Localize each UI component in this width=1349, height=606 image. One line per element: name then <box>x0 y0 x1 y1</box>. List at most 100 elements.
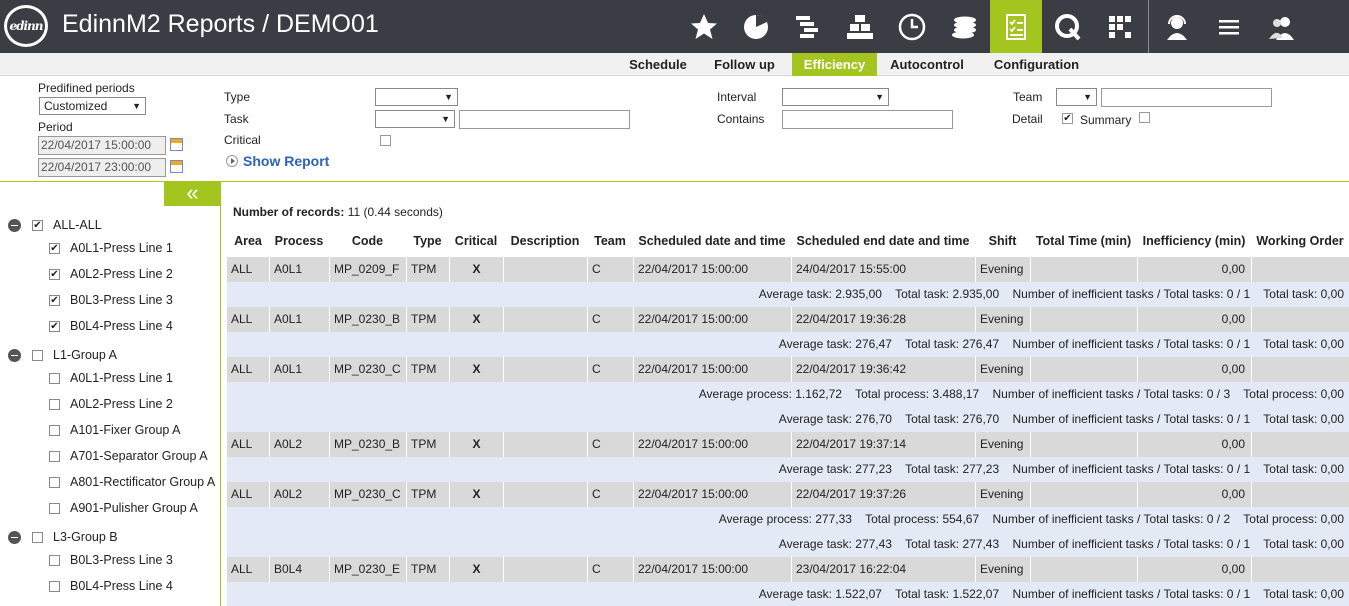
column-header[interactable]: Critical <box>449 226 503 257</box>
tree-checkbox[interactable] <box>49 554 60 566</box>
tree-item[interactable]: ✔ ALL-ALL <box>8 215 102 235</box>
tree-checkbox[interactable]: ✔ <box>49 268 60 280</box>
table-row[interactable]: ALL B0L4 MP_0230_E TPM X C 22/04/2017 15:00:00… <box>227 557 1349 582</box>
column-header[interactable]: Scheduled end date and time <box>791 226 975 257</box>
contains-input[interactable] <box>782 110 953 129</box>
column-header[interactable]: Total Time (min) <box>1030 226 1137 257</box>
table-cell: ALL <box>231 562 253 576</box>
predefined-periods-select[interactable]: Customized ▼ <box>39 97 146 115</box>
type-select[interactable]: ▼ <box>375 88 458 106</box>
support-agent-nav-button[interactable] <box>1151 0 1203 53</box>
column-header[interactable]: Description <box>503 226 587 257</box>
tree-item[interactable]: ✔ B0L3-Press Line 3 <box>49 290 173 310</box>
calendar-icon[interactable] <box>170 138 183 151</box>
table-cell: X <box>449 557 503 582</box>
grid-dots-nav-button[interactable] <box>1094 0 1146 53</box>
tree-item[interactable]: A901-Pulisher Group A <box>49 498 198 518</box>
period-start-input[interactable]: 22/04/2017 15:00:00 <box>38 136 166 155</box>
collapse-sidebar-button[interactable]: « <box>164 182 221 206</box>
tree-item[interactable]: A0L2-Press Line 2 <box>49 394 173 414</box>
tree-item[interactable]: ✔ B0L4-Press Line 4 <box>49 316 173 336</box>
tree-checkbox[interactable]: ✔ <box>49 242 60 254</box>
tree-item[interactable]: A101-Fixer Group A <box>49 420 180 440</box>
tab-follow-up[interactable]: Follow up <box>704 53 785 76</box>
table-row[interactable]: ALL A0L2 MP_0230_B TPM X C 22/04/2017 15:00:00… <box>227 432 1349 457</box>
table-row[interactable]: ALL A0L2 MP_0230_C TPM X C 22/04/2017 15:00:00… <box>227 482 1349 507</box>
column-header[interactable]: Process <box>269 226 329 257</box>
column-header[interactable]: Scheduled date and time <box>633 226 791 257</box>
tree-checkbox[interactable]: ✔ <box>49 294 60 306</box>
menu-icon <box>1219 19 1239 34</box>
task-input[interactable] <box>459 110 630 129</box>
tree-item[interactable]: ✔ A0L2-Press Line 2 <box>49 264 173 284</box>
collapse-node-icon[interactable] <box>8 348 21 362</box>
menu-nav-button[interactable] <box>1203 0 1255 53</box>
tree-checkbox[interactable] <box>49 398 60 410</box>
column-header[interactable]: Team <box>587 226 633 257</box>
table-cell: 0,00 <box>1137 557 1251 582</box>
tab-efficiency[interactable]: Efficiency <box>792 53 877 76</box>
column-header[interactable]: Type <box>406 226 449 257</box>
tree-checkbox[interactable]: ✔ <box>49 320 60 332</box>
column-header[interactable]: Area <box>227 226 269 257</box>
table-cell: 22/04/2017 19:36:42 <box>791 357 975 382</box>
tree-item[interactable]: A801-Rectificator Group A <box>49 472 215 492</box>
pie-chart-nav-button[interactable] <box>730 0 782 53</box>
table-cell: A0L1 <box>269 357 329 382</box>
table-cell: X <box>449 357 503 382</box>
tree-checkbox[interactable] <box>49 450 60 462</box>
coins-nav-button[interactable] <box>938 0 990 53</box>
tab-autocontrol[interactable]: Autocontrol <box>879 53 975 76</box>
tree-checkbox[interactable] <box>49 502 60 514</box>
table-row[interactable]: ALL A0L1 MP_0209_F TPM X C 22/04/2017 15:00:00… <box>227 257 1349 282</box>
tree-item[interactable]: L3-Group B <box>8 527 118 547</box>
tab-configuration[interactable]: Configuration <box>984 53 1089 76</box>
tree-item[interactable]: L1-Group A <box>8 345 117 365</box>
tab-schedule[interactable]: Schedule <box>620 53 696 76</box>
team-select[interactable]: ▼ <box>1056 88 1097 106</box>
table-cell: MP_0230_C <box>329 357 406 382</box>
table-cell <box>1030 257 1137 282</box>
tree-item[interactable]: B0L3-Press Line 3 <box>49 550 173 570</box>
critical-checkbox[interactable] <box>380 135 391 146</box>
tree-item[interactable]: ✔ A0L1-Press Line 1 <box>49 238 173 258</box>
tree-checkbox[interactable] <box>49 372 60 384</box>
table-cell: A0L1 <box>269 307 329 332</box>
users-nav-button[interactable] <box>1255 0 1307 53</box>
gantt-nav-button[interactable] <box>782 0 834 53</box>
star-nav-button[interactable] <box>678 0 730 53</box>
tree-checkbox[interactable] <box>32 349 43 361</box>
quality-q-nav-button[interactable] <box>1042 0 1094 53</box>
column-header[interactable]: Code <box>329 226 406 257</box>
table-row[interactable]: ALL A0L1 MP_0230_B TPM X C 22/04/2017 15:00:00… <box>227 307 1349 332</box>
table-row[interactable]: ALL A0L1 MP_0230_C TPM X C 22/04/2017 15:00:00… <box>227 357 1349 382</box>
period-end-input[interactable]: 22/04/2017 23:00:00 <box>38 158 166 177</box>
summary-checkbox[interactable] <box>1139 112 1150 123</box>
table-cell: C <box>587 307 633 332</box>
collapse-node-icon[interactable] <box>8 218 21 232</box>
detail-checkbox[interactable]: ✔ <box>1062 113 1073 124</box>
tree-checkbox[interactable] <box>32 531 43 543</box>
edinn-logo[interactable]: edinn <box>4 5 48 47</box>
column-header[interactable]: Shift <box>975 226 1030 257</box>
tree-checkbox[interactable] <box>49 424 60 436</box>
tree-checkbox[interactable] <box>49 580 60 592</box>
interval-select[interactable]: ▼ <box>782 88 889 106</box>
tree-checkbox[interactable] <box>49 476 60 488</box>
grid-dots-icon <box>1109 15 1131 38</box>
collapse-node-icon[interactable] <box>8 530 21 544</box>
table-cell: A0L2 <box>269 432 329 457</box>
stack-nav-button[interactable] <box>834 0 886 53</box>
tree-item[interactable]: A701-Separator Group A <box>49 446 208 466</box>
task-select[interactable]: ▼ <box>375 110 455 128</box>
tree-item[interactable]: A0L1-Press Line 1 <box>49 368 173 388</box>
team-input[interactable] <box>1101 88 1272 107</box>
column-header[interactable]: Working Order <box>1251 226 1349 257</box>
tree-checkbox[interactable]: ✔ <box>32 219 43 231</box>
calendar-icon[interactable] <box>170 160 183 173</box>
clock-nav-button[interactable] <box>886 0 938 53</box>
column-header[interactable]: Inefficiency (min) <box>1137 226 1251 257</box>
show-report-button[interactable]: Show Report <box>226 153 329 169</box>
checklist-nav-button[interactable] <box>990 0 1042 53</box>
tree-item[interactable]: B0L4-Press Line 4 <box>49 576 173 596</box>
